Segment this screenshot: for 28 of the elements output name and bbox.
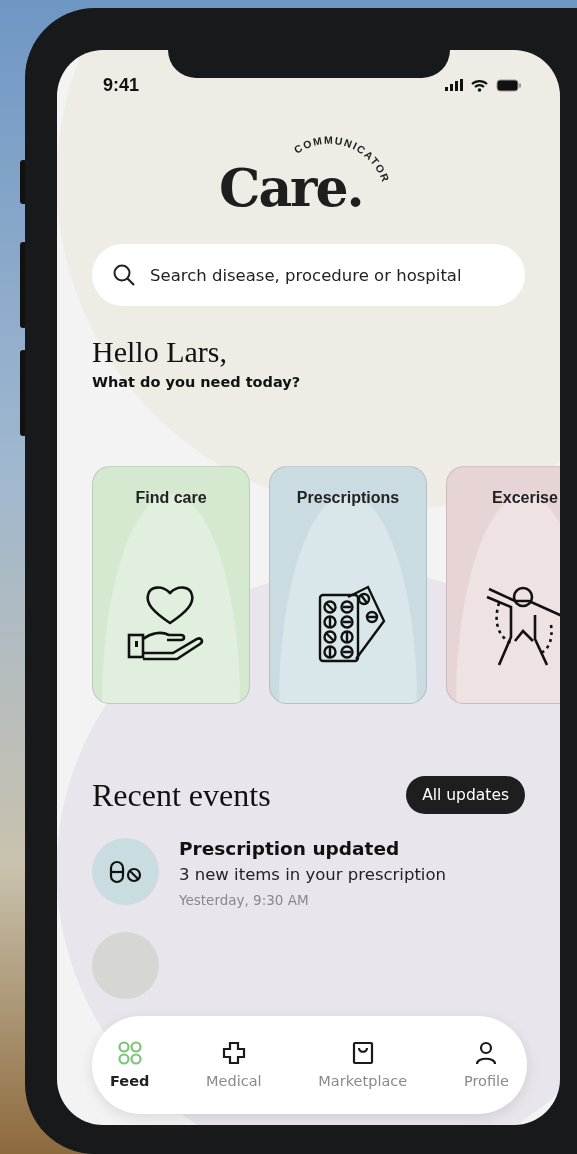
- greeting-title: Hello Lars,: [92, 334, 228, 370]
- nav-tab[interactable]: Marketplace: [314, 1041, 412, 1089]
- nav-tab[interactable]: Profile: [459, 1041, 513, 1089]
- event-subtitle: 3 new items in your prescription: [179, 865, 446, 884]
- bag-icon: [350, 1041, 375, 1065]
- event-title: Prescription updated: [179, 838, 401, 859]
- person-icon: [474, 1041, 499, 1065]
- category-card[interactable]: Prescriptions: [269, 466, 427, 704]
- search-field[interactable]: Search disease, procedure or hospital: [92, 244, 525, 306]
- grid-icon: [117, 1041, 142, 1065]
- greeting-subtitle: What do you need today?: [92, 374, 302, 390]
- cross-icon: [221, 1041, 246, 1065]
- signal-icon: [445, 79, 463, 91]
- wifi-icon: [471, 78, 488, 92]
- capsule-icon: [108, 859, 143, 884]
- card-title: Excerise: [491, 489, 559, 507]
- nav-tab[interactable]: Feed: [106, 1041, 154, 1089]
- battery-icon: [496, 78, 522, 92]
- card-title: Find care: [134, 489, 208, 507]
- category-card[interactable]: Find care: [92, 466, 250, 704]
- all-updates-button[interactable]: All updates: [406, 776, 525, 814]
- search-icon: [112, 263, 136, 287]
- event-time: Yesterday, 9:30 AM: [179, 892, 310, 908]
- nav-tab[interactable]: Medical: [202, 1041, 266, 1089]
- card-title: Prescriptions: [295, 489, 401, 507]
- category-card[interactable]: Excerise: [446, 466, 560, 704]
- section-title: Recent events: [92, 776, 271, 814]
- status-time: 9:41: [103, 74, 140, 96]
